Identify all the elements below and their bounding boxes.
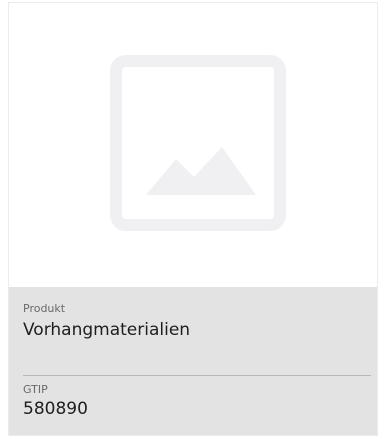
product-info-panel: Produkt Vorhangmaterialien GTIP 580890 bbox=[9, 287, 377, 435]
gtip-code: 580890 bbox=[23, 399, 88, 419]
product-card[interactable]: Produkt Vorhangmaterialien GTIP 580890 bbox=[8, 2, 378, 436]
divider bbox=[23, 375, 371, 376]
product-image bbox=[9, 3, 377, 287]
gtip-label: GTIP bbox=[23, 383, 48, 396]
product-label: Produkt bbox=[23, 302, 66, 315]
product-name: Vorhangmaterialien bbox=[23, 320, 191, 340]
image-placeholder-icon bbox=[110, 55, 286, 231]
